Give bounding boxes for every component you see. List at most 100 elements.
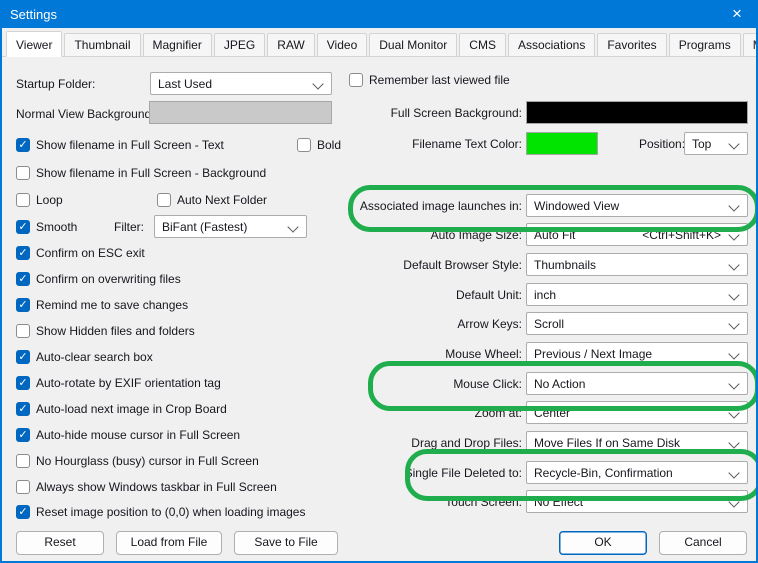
tab-jpeg[interactable]: JPEG <box>214 33 265 56</box>
checkbox-no-hourglass[interactable]: No Hourglass (busy) cursor in Full Scree… <box>16 453 259 469</box>
checkbox-icon <box>16 480 30 494</box>
checkbox-loop[interactable]: Loop <box>16 192 63 208</box>
checkbox-icon <box>349 73 363 87</box>
reset-button[interactable]: Reset <box>16 531 104 555</box>
checkbox-auto-hide-cursor[interactable]: Auto-hide mouse cursor in Full Screen <box>16 427 240 443</box>
annotation-ellipse-single-file-deleted <box>405 449 758 501</box>
checkbox-icon <box>16 298 30 312</box>
checkbox-icon <box>16 376 30 390</box>
position-label: Position: <box>639 137 685 151</box>
chevron-down-icon <box>728 259 739 270</box>
save-to-file-button[interactable]: Save to File <box>234 531 338 555</box>
checkbox-show-filename-background[interactable]: Show filename in Full Screen - Backgroun… <box>16 165 266 181</box>
default-browser-style-value: Thumbnails <box>534 258 596 272</box>
checkbox-icon <box>16 272 30 286</box>
checkbox-label: Remind me to save changes <box>36 298 188 312</box>
chevron-down-icon <box>728 318 739 329</box>
full-screen-bg-label: Full Screen Background: <box>292 106 522 120</box>
checkbox-reset-image-position[interactable]: Reset image position to (0,0) when loadi… <box>16 504 305 520</box>
tab-dual-monitor[interactable]: Dual Monitor <box>369 33 457 56</box>
filter-label: Filter: <box>114 220 144 234</box>
checkbox-label: Smooth <box>36 220 77 234</box>
checkbox-label: No Hourglass (busy) cursor in Full Scree… <box>36 454 259 468</box>
tab-video[interactable]: Video <box>317 33 367 56</box>
filter-select[interactable]: BiFant (Fastest) <box>154 215 307 238</box>
checkbox-label: Always show Windows taskbar in Full Scre… <box>36 480 277 494</box>
checkbox-auto-load-crop-board[interactable]: Auto-load next image in Crop Board <box>16 401 227 417</box>
cancel-button[interactable]: Cancel <box>659 531 747 555</box>
checkbox-label: Confirm on ESC exit <box>36 246 145 260</box>
tab-programs[interactable]: Programs <box>669 33 741 56</box>
checkbox-icon <box>16 505 30 519</box>
chevron-down-icon <box>728 348 739 359</box>
checkbox-label: Show filename in Full Screen - Backgroun… <box>36 166 266 180</box>
checkbox-icon <box>16 193 30 207</box>
tab-raw[interactable]: RAW <box>267 33 315 56</box>
checkbox-icon <box>16 246 30 260</box>
default-browser-style-select[interactable]: Thumbnails <box>526 253 748 276</box>
startup-folder-value: Last Used <box>158 77 212 91</box>
checkbox-show-hidden-files[interactable]: Show Hidden files and folders <box>16 323 195 339</box>
checkbox-smooth[interactable]: Smooth <box>16 219 77 235</box>
checkbox-label: Reset image position to (0,0) when loadi… <box>36 505 305 519</box>
annotation-ellipse-mouse-click <box>368 361 758 411</box>
drag-drop-files-label: Drag and Drop Files: <box>292 436 522 450</box>
checkbox-remember-last-viewed[interactable]: Remember last viewed file <box>349 72 510 88</box>
tab-music[interactable]: Music <box>743 33 758 56</box>
checkbox-auto-next-folder[interactable]: Auto Next Folder <box>157 192 267 208</box>
ok-button[interactable]: OK <box>559 531 647 555</box>
mouse-wheel-value: Previous / Next Image <box>534 347 652 361</box>
settings-dialog: Settings × Viewer Thumbnail Magnifier JP… <box>0 0 758 563</box>
drag-drop-files-value: Move Files If on Same Disk <box>534 436 680 450</box>
chevron-down-icon <box>728 437 739 448</box>
checkbox-label: Auto-hide mouse cursor in Full Screen <box>36 428 240 442</box>
checkbox-label: Show filename in Full Screen - Text <box>36 138 224 152</box>
normal-view-bg-label: Normal View Background: <box>16 107 155 121</box>
mouse-wheel-label: Mouse Wheel: <box>292 347 522 361</box>
close-icon[interactable]: × <box>716 0 758 28</box>
window-title: Settings <box>0 7 57 22</box>
tab-cms[interactable]: CMS <box>459 33 506 56</box>
checkbox-label: Show Hidden files and folders <box>36 324 195 338</box>
filename-text-color-swatch[interactable] <box>526 132 598 155</box>
checkbox-auto-rotate-exif[interactable]: Auto-rotate by EXIF orientation tag <box>16 375 221 391</box>
checkbox-remind-save-changes[interactable]: Remind me to save changes <box>16 297 188 313</box>
filename-text-color-label: Filename Text Color: <box>292 137 522 151</box>
checkbox-label: Loop <box>36 193 63 207</box>
full-screen-bg-swatch[interactable] <box>526 101 748 124</box>
checkbox-icon <box>16 138 30 152</box>
tab-favorites[interactable]: Favorites <box>597 33 666 56</box>
tab-magnifier[interactable]: Magnifier <box>143 33 212 56</box>
tab-viewer[interactable]: Viewer <box>6 31 62 57</box>
checkbox-icon <box>16 454 30 468</box>
position-select[interactable]: Top <box>684 132 748 155</box>
checkbox-label: Confirm on overwriting files <box>36 272 181 286</box>
titlebar: Settings × <box>0 0 758 28</box>
position-value: Top <box>692 137 711 151</box>
default-unit-value: inch <box>534 288 556 302</box>
arrow-keys-select[interactable]: Scroll <box>526 312 748 335</box>
tab-thumbnail[interactable]: Thumbnail <box>64 33 140 56</box>
checkbox-label: Auto-rotate by EXIF orientation tag <box>36 376 221 390</box>
tab-associations[interactable]: Associations <box>508 33 595 56</box>
checkbox-label: Auto-clear search box <box>36 350 153 364</box>
checkbox-icon <box>16 220 30 234</box>
checkbox-icon <box>16 428 30 442</box>
checkbox-confirm-esc-exit[interactable]: Confirm on ESC exit <box>16 245 145 261</box>
load-from-file-button[interactable]: Load from File <box>116 531 222 555</box>
chevron-down-icon <box>728 138 739 149</box>
startup-folder-label: Startup Folder: <box>16 77 95 91</box>
checkbox-auto-clear-search[interactable]: Auto-clear search box <box>16 349 153 365</box>
startup-folder-select[interactable]: Last Used <box>150 72 332 95</box>
checkbox-icon <box>157 193 171 207</box>
default-unit-label: Default Unit: <box>292 288 522 302</box>
checkbox-icon <box>16 402 30 416</box>
checkbox-icon <box>16 350 30 364</box>
arrow-keys-label: Arrow Keys: <box>292 317 522 331</box>
checkbox-show-filename-text[interactable]: Show filename in Full Screen - Text <box>16 137 224 153</box>
checkbox-confirm-overwriting[interactable]: Confirm on overwriting files <box>16 271 181 287</box>
checkbox-icon <box>16 166 30 180</box>
default-unit-select[interactable]: inch <box>526 283 748 306</box>
checkbox-always-show-taskbar[interactable]: Always show Windows taskbar in Full Scre… <box>16 479 277 495</box>
checkbox-label: Auto-load next image in Crop Board <box>36 402 227 416</box>
